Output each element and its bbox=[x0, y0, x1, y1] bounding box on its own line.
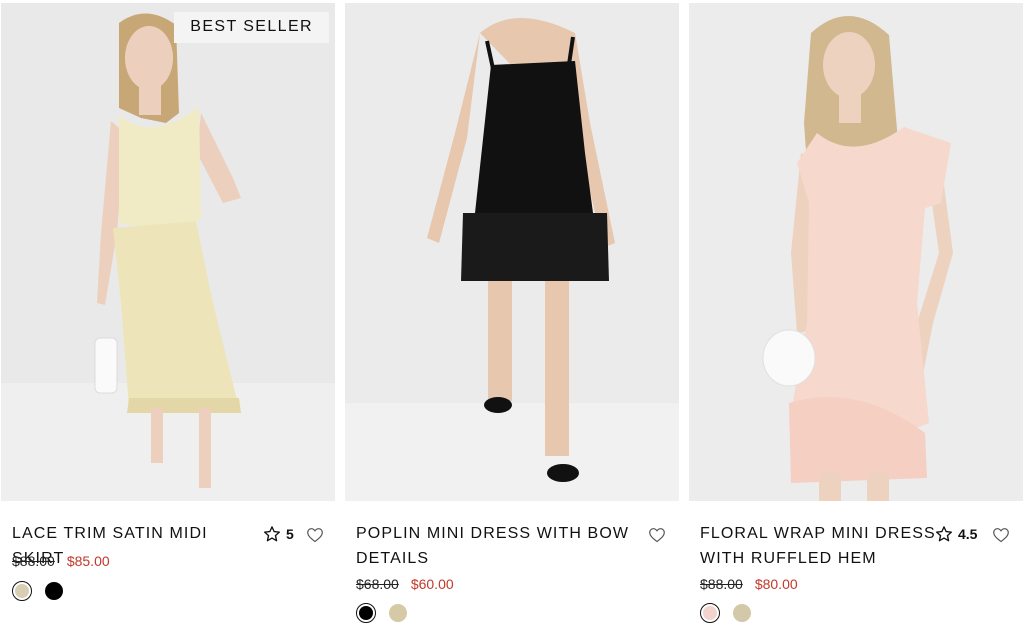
color-swatches bbox=[356, 603, 408, 623]
product-title[interactable]: POPLIN MINI DRESS WITH BOW DETAILS bbox=[356, 521, 636, 571]
product-card-poplin-mini-dress[interactable]: POPLIN MINI DRESS WITH BOW DETAILS $68.0… bbox=[345, 0, 679, 634]
color-swatches bbox=[12, 581, 64, 601]
product-card-lace-trim-satin-midi-skirt[interactable]: BEST SELLER LACE TRIM SATIN MIDI SKIRT 5… bbox=[1, 0, 335, 634]
best-seller-badge: BEST SELLER bbox=[174, 12, 329, 43]
color-swatch-black[interactable] bbox=[356, 603, 376, 623]
product-grid: BEST SELLER LACE TRIM SATIN MIDI SKIRT 5… bbox=[0, 0, 1024, 634]
product-image[interactable]: BEST SELLER bbox=[1, 3, 335, 501]
product-rating: 5 bbox=[263, 525, 294, 543]
original-price: $68.00 bbox=[356, 576, 399, 592]
color-swatch-pink[interactable] bbox=[700, 603, 720, 623]
heart-outline-icon bbox=[993, 528, 1009, 543]
original-price: $88.00 bbox=[700, 576, 743, 592]
color-swatch-black[interactable] bbox=[44, 581, 64, 601]
product-prices: $88.00 $80.00 bbox=[700, 576, 798, 592]
sale-price: $80.00 bbox=[754, 576, 798, 592]
product-image[interactable] bbox=[689, 3, 1023, 501]
original-price: $88.00 bbox=[12, 553, 55, 569]
product-title[interactable]: FLORAL WRAP MINI DRESS WITH RUFFLED HEM bbox=[700, 521, 940, 571]
wishlist-button[interactable] bbox=[306, 527, 324, 543]
wishlist-button[interactable] bbox=[648, 527, 666, 543]
star-outline-icon bbox=[935, 526, 953, 542]
color-swatch-sage[interactable] bbox=[732, 603, 752, 623]
color-swatches bbox=[700, 603, 752, 623]
product-prices: $68.00 $60.00 bbox=[356, 576, 454, 592]
product-card-floral-wrap-mini-dress[interactable]: FLORAL WRAP MINI DRESS WITH RUFFLED HEM … bbox=[689, 0, 1023, 634]
product-prices: $88.00 $85.00 bbox=[12, 553, 110, 569]
rating-value: 5 bbox=[286, 526, 294, 542]
product-rating: 4.5 bbox=[935, 525, 977, 543]
heart-outline-icon bbox=[307, 528, 323, 543]
color-swatch-cream[interactable] bbox=[12, 581, 32, 601]
star-outline-icon bbox=[263, 526, 281, 542]
color-swatch-beige[interactable] bbox=[388, 603, 408, 623]
sale-price: $85.00 bbox=[66, 553, 110, 569]
wishlist-button[interactable] bbox=[992, 527, 1010, 543]
sale-price: $60.00 bbox=[410, 576, 454, 592]
rating-value: 4.5 bbox=[958, 526, 978, 542]
product-image[interactable] bbox=[345, 3, 679, 501]
heart-outline-icon bbox=[649, 528, 665, 543]
